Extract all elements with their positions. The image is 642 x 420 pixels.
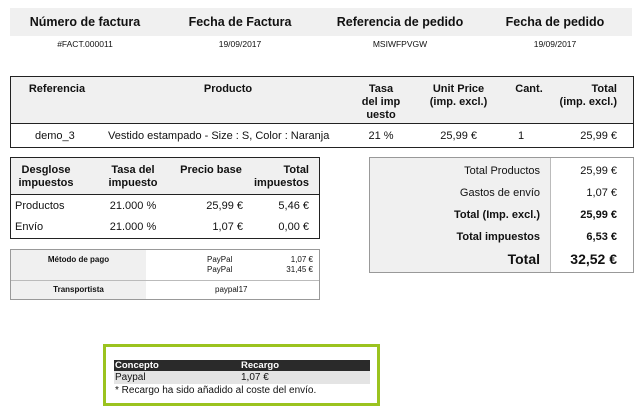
order-date-value: 19/09/2017 [533,39,577,49]
tax-row-label: Envío [15,221,44,233]
tax-row-rate: 21.000 % [109,221,157,233]
col-tax-header: Tasa del imp uesto [361,83,401,121]
total-excl-label: Total (Imp. excl.) [454,209,540,221]
surcharge-row-concept: Paypal [115,372,146,383]
total-tax-label: Total impuestos [456,231,540,243]
tax-row-total: 5,46 € [278,200,309,212]
tax-row-label: Productos [15,200,65,212]
invoice-date-label: Fecha de Factura [188,15,292,29]
shipping-value: 1,07 € [586,187,617,199]
surcharge-concept-header: Concepto [115,360,159,371]
payment-table: Método de pago PayPal 1,07 € PayPal 31,4… [10,249,320,300]
tax-row-base: 25,99 € [206,200,243,212]
payment-method-name: PayPal [207,265,233,274]
tax-row-rate: 21.000 % [109,200,157,212]
order-date-label: Fecha de pedido [505,15,605,29]
col-total-header: Total (imp. excl.) [559,83,617,108]
surcharge-note: * Recargo ha sido añadido al coste del e… [115,385,317,396]
total-products-value: 25,99 € [580,165,617,177]
tax-desglose-header: Desglose impuestos [18,164,74,189]
grand-total-label: Total [507,251,540,267]
surcharge-value-header: Recargo [241,360,280,371]
invoice-date-value: 19/09/2017 [218,39,262,49]
product-reference: demo_3 [35,130,75,142]
shipping-label: Gastos de envío [459,187,540,199]
invoice-number-label: Número de factura [29,15,141,29]
col-reference-header: Referencia [28,83,86,95]
payment-method-name: PayPal [207,255,233,264]
tax-row-total: 0,00 € [278,221,309,233]
surcharge-row-value: 1,07 € [241,372,269,383]
total-products-label: Total Productos [464,165,540,177]
total-tax-value: 6,53 € [586,231,617,243]
products-table: Referencia Producto Tasa del imp uesto Uni… [10,76,634,148]
product-unit-price: 25,99 € [440,130,477,142]
payment-method-amount: 31,45 € [286,265,313,274]
invoice-number-value: #FACT.000011 [57,39,113,49]
surcharge-box: Concepto Recargo Paypal 1,07 € * Recargo… [103,344,380,406]
carrier-value: paypal17 [215,285,248,294]
payment-method-amount: 1,07 € [290,255,313,264]
col-qty-header: Cant. [515,83,543,95]
grand-total-value: 32,52 € [570,251,617,267]
product-total: 25,99 € [580,130,617,142]
product-name: Vestido estampado - Size : S, Color : Na… [108,130,330,142]
payment-method-label: Método de pago [47,255,110,264]
total-excl-value: 25,99 € [580,209,617,221]
order-reference-label: Referencia de pedido [336,15,464,29]
col-unit-price-header: Unit Price (imp. excl.) [429,83,488,108]
tax-row-base: 1,07 € [212,221,243,233]
order-reference-value: MSIWFPVGW [372,39,428,49]
tax-total-header: Total impuestos [253,164,309,189]
carrier-label: Transportista [53,285,104,294]
tax-base-header: Precio base [180,164,242,176]
col-product-header: Producto [203,83,253,95]
tax-rate-header: Tasa del impuesto [108,164,158,189]
product-qty: 1 [517,130,525,142]
totals-table: Total Productos 25,99 € Gastos de envío … [369,157,634,273]
tax-breakdown-table: Desglose impuestos Tasa del impuesto Preci… [10,157,320,239]
product-tax-rate: 21 % [368,130,394,142]
